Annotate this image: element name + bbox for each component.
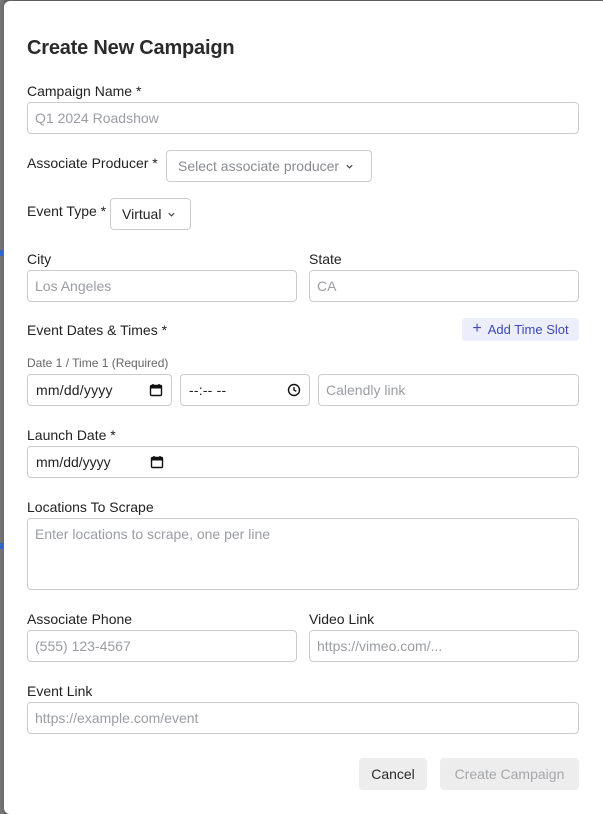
video-link-input[interactable]: [309, 630, 579, 662]
modal-title: Create New Campaign: [27, 37, 235, 59]
add-time-slot-button[interactable]: + Add Time Slot: [462, 318, 579, 341]
associate-phone-label: Associate Phone: [27, 611, 133, 627]
cancel-button[interactable]: Cancel: [359, 758, 427, 790]
associate-phone-input[interactable]: [27, 630, 297, 662]
launch-date-input[interactable]: mm/dd/yyyy: [27, 446, 579, 478]
backdrop-marker: [0, 250, 3, 256]
city-input[interactable]: [27, 270, 297, 302]
associate-producer-select[interactable]: Select associate producer: [166, 150, 372, 182]
campaign-name-label: Campaign Name *: [27, 83, 142, 99]
video-link-label: Video Link: [309, 611, 375, 627]
create-campaign-modal: Create New Campaign Campaign Name * Asso…: [4, 1, 603, 814]
calendar-icon[interactable]: [149, 383, 163, 397]
chevron-down-icon: [168, 212, 176, 217]
clock-icon[interactable]: [287, 383, 301, 397]
create-campaign-button[interactable]: Create Campaign: [440, 758, 579, 790]
event-date-1-input[interactable]: mm/dd/yyyy: [27, 374, 172, 406]
event-time-1-value: --:-- --: [189, 382, 227, 398]
backdrop-marker: [0, 543, 3, 549]
calendar-icon[interactable]: [150, 455, 164, 469]
associate-producer-value: Select associate producer: [178, 158, 340, 174]
locations-label: Locations To Scrape: [27, 499, 154, 515]
associate-producer-label: Associate Producer *: [27, 155, 158, 171]
event-link-input[interactable]: [27, 702, 579, 734]
city-label: City: [27, 251, 52, 267]
event-time-1-input[interactable]: --:-- --: [180, 374, 310, 406]
launch-date-value: mm/dd/yyyy: [36, 454, 111, 470]
locations-textarea[interactable]: [27, 518, 579, 590]
chevron-down-icon: [346, 164, 353, 169]
event-dates-label: Event Dates & Times *: [27, 322, 168, 338]
event-type-label: Event Type *: [27, 203, 107, 219]
state-input[interactable]: [309, 270, 579, 302]
add-time-slot-label: Add Time Slot: [487, 322, 569, 337]
calendly-link-input[interactable]: [318, 374, 579, 406]
event-date-1-value: mm/dd/yyyy: [36, 382, 113, 398]
time-slot-1-label: Date 1 / Time 1 (Required): [27, 356, 169, 370]
event-link-label: Event Link: [27, 683, 93, 699]
campaign-name-input[interactable]: [27, 102, 579, 134]
plus-icon: +: [472, 320, 482, 337]
launch-date-label: Launch Date *: [27, 427, 116, 443]
event-type-select[interactable]: Virtual: [110, 198, 191, 230]
state-label: State: [309, 251, 342, 267]
event-type-value: Virtual: [122, 206, 162, 222]
